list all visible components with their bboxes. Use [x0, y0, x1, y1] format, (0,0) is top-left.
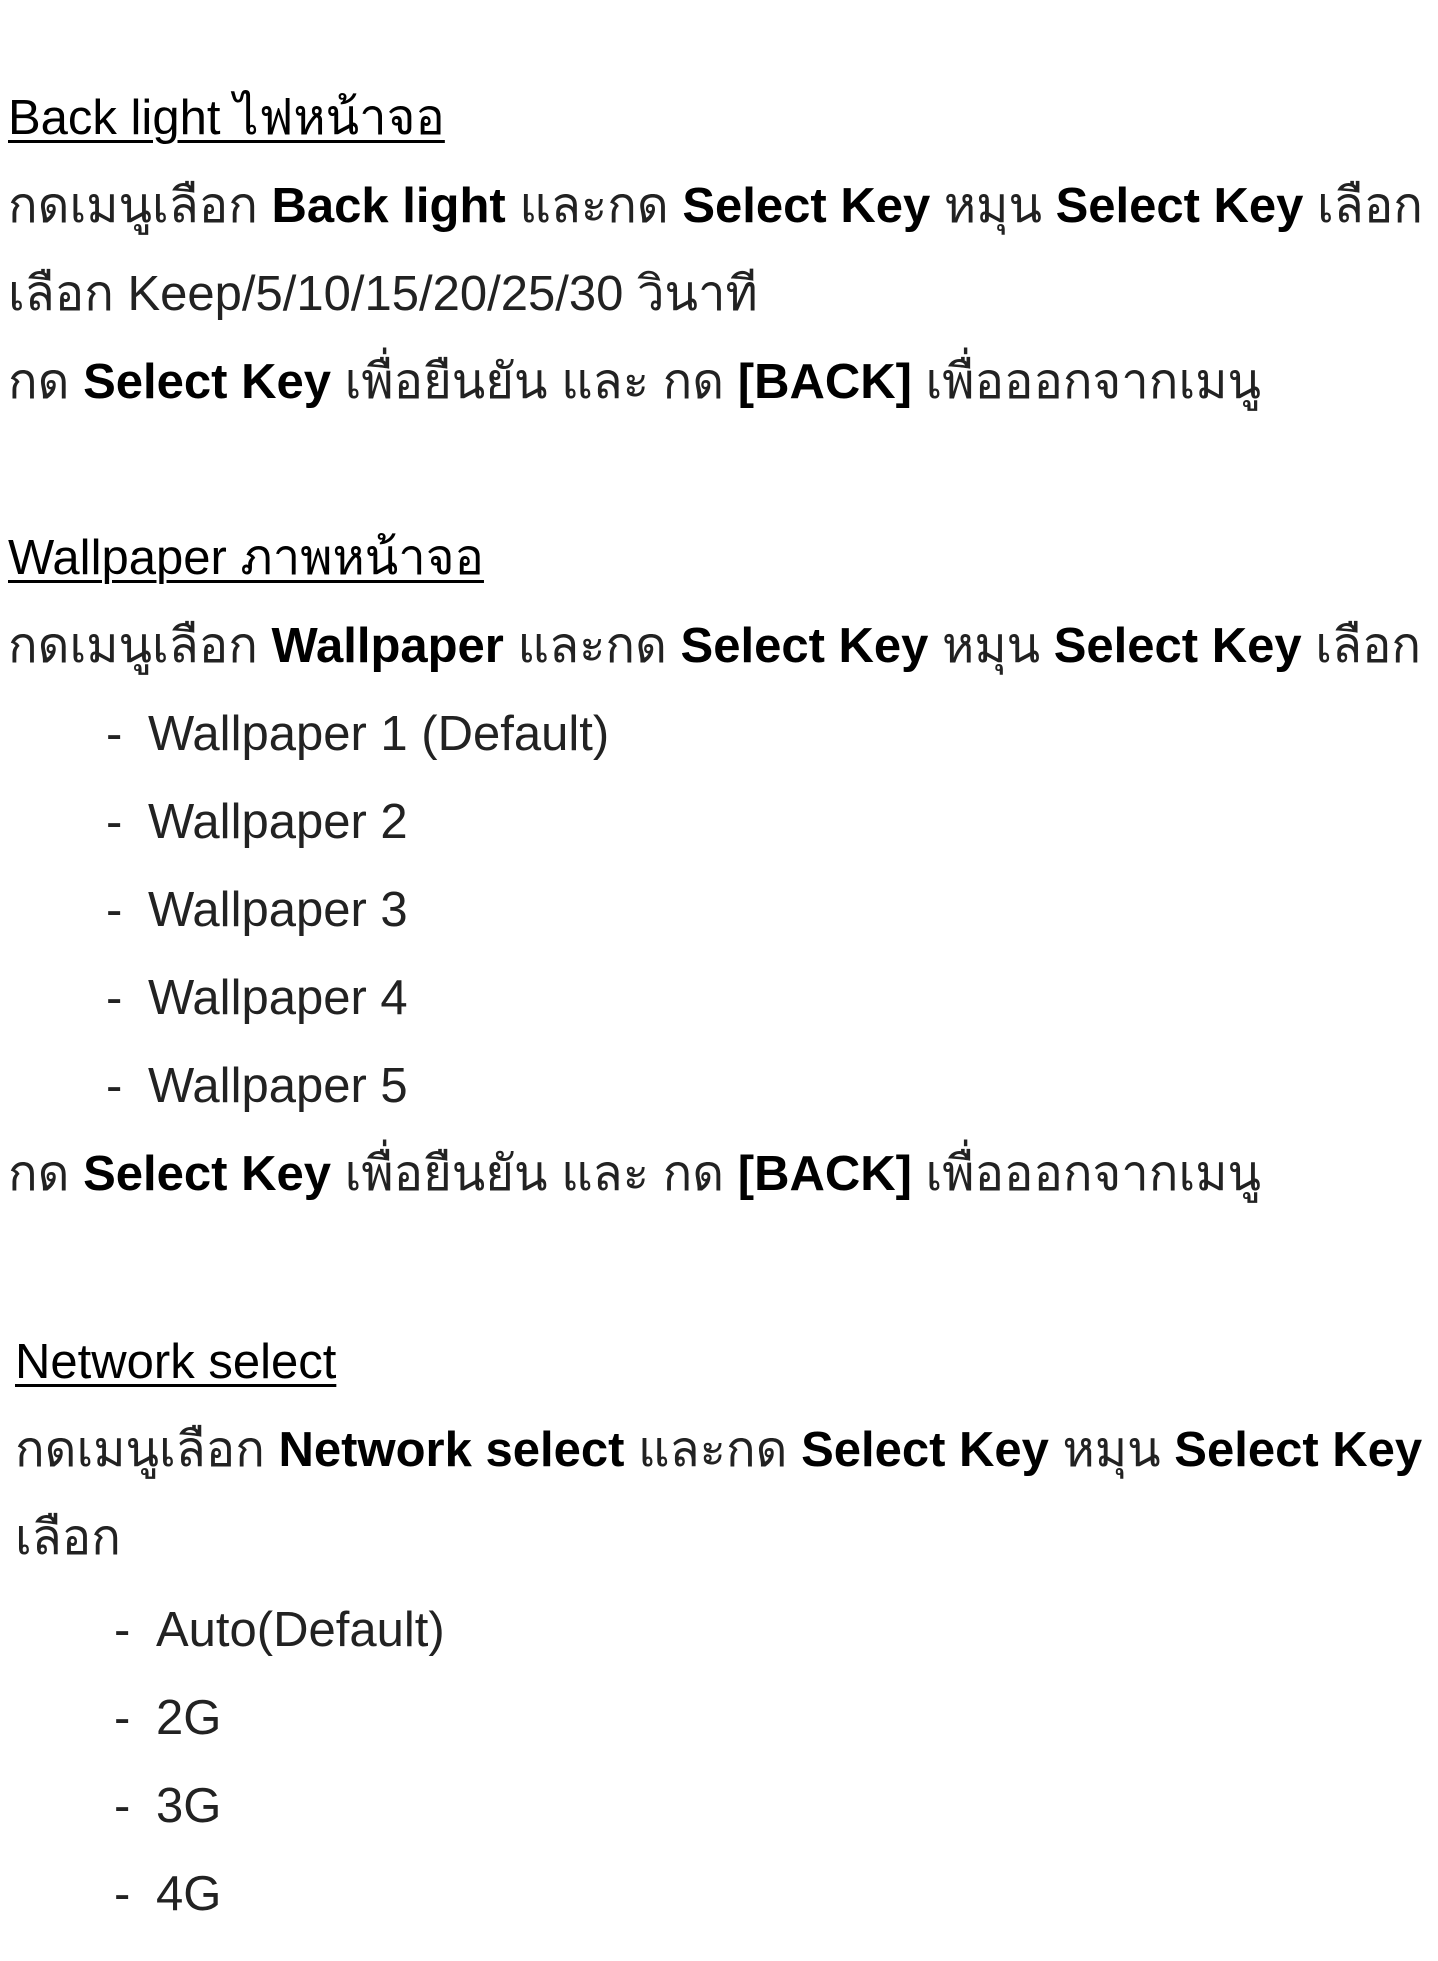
network-instruction-1: กดเมนูเลือก Network select และกด Select …: [15, 1420, 1422, 1480]
text: หมุน: [930, 179, 1056, 233]
text: กดเมนูเลือก: [15, 1423, 279, 1477]
network-heading: Network select: [15, 1335, 337, 1389]
network-option: 4G: [156, 1867, 222, 1921]
menu-name: Network select: [278, 1423, 625, 1477]
network-choose-label: เลือก: [15, 1511, 121, 1565]
backlight-options: เลือก Keep/5/10/15/20/25/30 วินาที: [8, 267, 758, 321]
text: และกด: [624, 1423, 802, 1477]
text: เพื่อออกจากเมนู: [911, 355, 1261, 409]
key-name: Select Key: [1055, 179, 1304, 233]
menu-name: Back light: [271, 179, 506, 233]
key-name: Select Key: [1053, 619, 1302, 673]
text: เพื่อยืนยัน และ กด: [330, 1147, 738, 1201]
text: เลือก: [1301, 619, 1422, 673]
text: กด: [8, 355, 84, 409]
key-name: Select Key: [83, 1147, 331, 1201]
key-name: [BACK]: [737, 1147, 912, 1201]
text: หมุน: [928, 619, 1054, 673]
wallpaper-option: Wallpaper 5: [148, 1059, 408, 1113]
text: กดเมนูเลือก: [8, 619, 272, 673]
wallpaper-option: Wallpaper 3: [148, 883, 408, 937]
wallpaper-instruction-confirm: กด Select Key เพื่อยืนยัน และ กด [BACK] …: [8, 1144, 1261, 1204]
list-item: - Wallpaper 4: [106, 971, 408, 1025]
wallpaper-option: Wallpaper 1 (Default): [148, 707, 610, 761]
key-name: Select Key: [1174, 1423, 1423, 1477]
menu-name: Wallpaper: [271, 619, 504, 673]
network-option: Auto(Default): [156, 1603, 445, 1657]
text: เลือก: [1303, 179, 1423, 233]
key-name: Select Key: [682, 179, 931, 233]
text: กดเมนูเลือก: [8, 179, 272, 233]
text: กด: [8, 1147, 84, 1201]
wallpaper-heading: Wallpaper ภาพหน้าจอ: [8, 531, 484, 585]
backlight-heading: Back light ไฟหน้าจอ: [8, 91, 445, 145]
document-page: Back light ไฟหน้าจอ กดเมนูเลือก Back lig…: [0, 0, 1438, 1961]
text: เพื่อออกจากเมนู: [911, 1147, 1261, 1201]
key-name: Select Key: [83, 355, 331, 409]
network-option: 2G: [156, 1691, 222, 1745]
wallpaper-option: Wallpaper 4: [148, 971, 408, 1025]
backlight-instruction-1: กดเมนูเลือก Back light และกด Select Key …: [8, 176, 1423, 236]
list-item: - Wallpaper 2: [106, 795, 408, 849]
list-item: -3G: [114, 1779, 222, 1833]
list-item: - Wallpaper 3: [106, 883, 408, 937]
key-name: [BACK]: [737, 355, 912, 409]
list-item: - Wallpaper 1 (Default): [106, 707, 610, 761]
text: หมุน: [1048, 1423, 1175, 1477]
text: และกด: [505, 179, 683, 233]
text: และกด: [503, 619, 681, 673]
key-name: Select Key: [680, 619, 929, 673]
wallpaper-instruction-1: กดเมนูเลือก Wallpaper และกด Select Key ห…: [8, 616, 1421, 676]
key-name: Select Key: [801, 1423, 1049, 1477]
list-item: -2G: [114, 1691, 222, 1745]
network-option: 3G: [156, 1779, 222, 1833]
backlight-instruction-confirm: กด Select Key เพื่อยืนยัน และ กด [BACK] …: [8, 352, 1261, 412]
list-item: -4G: [114, 1867, 222, 1921]
text: เพื่อยืนยัน และ กด: [330, 355, 738, 409]
wallpaper-option: Wallpaper 2: [148, 795, 408, 849]
list-item: - Wallpaper 5: [106, 1059, 408, 1113]
list-item: - Auto(Default): [114, 1603, 445, 1657]
